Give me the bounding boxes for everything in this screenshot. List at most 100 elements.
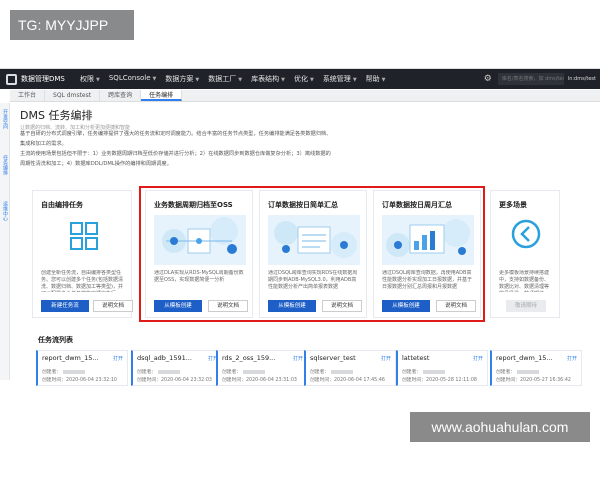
workspace-tabs: 工作台 SQL dmstest 跨库查询 任务编排 — [10, 90, 600, 102]
chevron-down-icon: ▼ — [152, 76, 157, 82]
time-value: 2020-05-28 12:11:08 — [426, 378, 477, 383]
menu-item-help[interactable]: 帮助 ▼ — [366, 74, 386, 84]
grid-icon — [69, 221, 99, 251]
redacted-creator — [243, 369, 266, 374]
flow-created-time: 创建时间：2020-05-28 12:11:08 — [402, 376, 477, 383]
menu-label: 数据工厂 — [208, 75, 237, 83]
time-value: 2020-06-04 17:45:46 — [334, 378, 385, 383]
menu-item-sqlconsole[interactable]: SQLConsole ▼ — [109, 74, 157, 84]
card-free-orchestration: 自由编排任务 创建全新任务流，自由编排各类型任务。您可以创建多个任务(包括数据清… — [32, 190, 133, 318]
flow-name: sqlserver_test — [310, 354, 356, 362]
card-title: 自由编排任务 — [41, 201, 83, 209]
menu-label: 系统管理 — [322, 75, 351, 83]
page-title: DMS 任务编排 — [20, 109, 93, 122]
flow-card[interactable]: report_dwm_15... 打开 创建者： 创建时间：2020-05-27… — [490, 350, 582, 386]
card-description: 更多模板场景持续搭建中，支持如数据备份、数据比对、数据清理等常见场景，敬请期待 — [499, 270, 550, 292]
chevron-down-icon: ▼ — [238, 77, 243, 83]
brand-logo[interactable]: 数据管理DMS — [0, 73, 80, 85]
new-flow-button[interactable]: 新建任务流 — [41, 300, 89, 312]
menu-label: 权限 — [80, 75, 94, 83]
watermark-top: TG: MYYJJPP — [10, 10, 134, 40]
flow-creator: 创建者： — [402, 368, 446, 375]
tab-workbench[interactable]: 工作台 — [10, 90, 46, 101]
flow-name: lattetest — [402, 354, 430, 362]
doc-button[interactable]: 说明文档 — [93, 300, 133, 312]
flow-creator: 创建者： — [496, 368, 540, 375]
account-label[interactable]: ln:dms/test — [568, 76, 600, 82]
flow-card[interactable]: sqlserver_test 打开 创建者： 创建时间：2020-06-04 1… — [304, 350, 396, 386]
creator-label: 创建者： — [42, 370, 62, 375]
chevron-down-icon: ▼ — [381, 77, 386, 83]
flow-created-time: 创建时间：2020-06-04 17:45:46 — [310, 376, 385, 383]
flow-created-time: 创建时间：2020-06-04 23:32:03 — [137, 376, 212, 383]
time-label: 创建时间： — [402, 378, 426, 383]
tab-task-orchestration[interactable]: 任务编排 — [141, 90, 183, 101]
watermark-bottom: www.aohuahulan.com — [410, 412, 590, 442]
main-menu: 权限 ▼ SQLConsole ▼ 数据方案 ▼ 数据工厂 ▼ 库表结构 ▼ 优化 ▼ 系统… — [80, 74, 484, 84]
description-line: 周期性清洗和加工；4）数据库DDL/DML操作的编排和周期调度。 — [20, 161, 172, 167]
time-label: 创建时间： — [222, 378, 246, 383]
flow-card[interactable]: lattetest 打开 创建者： 创建时间：2020-05-28 12:11:… — [396, 350, 488, 386]
flow-name: report_dwm_15... — [42, 354, 99, 362]
description-line: 主流的使用场景包括但不限于：1）业务数据周期归档至低价存储并进行分析；2）在线数… — [20, 151, 331, 157]
highlight-box — [139, 186, 485, 322]
flow-name: rds_2_oss_159... — [222, 354, 276, 362]
gear-icon[interactable]: ⚙ — [484, 74, 492, 84]
menu-item-system-admin[interactable]: 系统管理 ▼ — [323, 74, 357, 84]
flow-card[interactable]: report_dwm_15... 打开 创建者： 创建时间：2020-06-04… — [36, 350, 128, 386]
tab-sql-dmstest[interactable]: SQL dmstest — [45, 90, 101, 101]
menu-item-permissions[interactable]: 权限 ▼ — [80, 74, 100, 84]
flow-name: report_dwm_15... — [496, 354, 553, 362]
search-input[interactable]: 库名/表名搜索，如 dms/test — [497, 73, 564, 85]
menu-label: 优化 — [293, 75, 308, 83]
menu-item-data-solution[interactable]: 数据方案 ▼ — [165, 74, 199, 84]
redacted-creator — [423, 369, 446, 374]
open-link[interactable]: 打开 — [381, 355, 391, 362]
description-line: 集成和加工的需求。 — [20, 141, 67, 147]
coming-soon-button: 敬请期待 — [506, 300, 546, 312]
database-icon — [6, 73, 17, 85]
page-description: 基于自研的分布式调度引擎，任务编排提供了强大的任务流和定时调度能力。结合丰富的任… — [20, 129, 580, 169]
open-link[interactable]: 打开 — [113, 355, 123, 362]
creator-label: 创建者： — [137, 370, 157, 375]
menu-label: SQLConsole — [108, 74, 151, 82]
description-line: 基于自研的分布式调度引擎，任务编排提供了强大的任务流和定时调度能力。结合丰富的任… — [20, 131, 332, 137]
flow-created-time: 创建时间：2020-06-04 23:32:10 — [42, 376, 117, 383]
flow-card[interactable]: dsql_adb_1591... 打开 创建者： 创建时间：2020-06-04… — [131, 350, 223, 386]
flow-creator: 创建者： — [42, 368, 86, 375]
top-navigation-bar: 数据管理DMS 权限 ▼ SQLConsole ▼ 数据方案 ▼ 数据工厂 ▼ 库表结构… — [0, 69, 600, 89]
time-label: 创建时间： — [42, 378, 66, 383]
time-value: 2020-06-04 23:32:10 — [66, 378, 117, 383]
creator-label: 创建者： — [222, 370, 242, 375]
creator-label: 创建者： — [310, 370, 330, 375]
open-link[interactable]: 打开 — [567, 355, 577, 362]
menu-label: 库表结构 — [251, 75, 280, 83]
redacted-creator — [63, 369, 86, 374]
time-value: 2020-06-04 23:31:03 — [246, 378, 297, 383]
rail-item-dev-space[interactable]: 开发空间 — [2, 109, 9, 129]
chevron-left-circle-icon — [511, 219, 541, 249]
time-value: 2020-05-27 16:36:42 — [520, 378, 571, 383]
redacted-creator — [158, 369, 181, 374]
flow-name: dsql_adb_1591... — [137, 354, 192, 362]
time-label: 创建时间： — [310, 378, 334, 383]
chevron-down-icon: ▼ — [352, 77, 357, 83]
rail-item-task-orchestration[interactable]: 任务编排 — [2, 155, 9, 175]
flow-card[interactable]: rds_2_oss_159... 打开 创建者： 创建时间：2020-06-04… — [216, 350, 308, 386]
flow-creator: 创建者： — [222, 368, 266, 375]
flow-list-title: 任务流列表 — [38, 336, 73, 344]
menu-label: 数据方案 — [165, 75, 194, 83]
menu-label: 帮助 — [365, 75, 380, 83]
open-link[interactable]: 打开 — [293, 355, 303, 362]
open-link[interactable]: 打开 — [473, 355, 483, 362]
menu-item-optimize[interactable]: 优化 ▼ — [294, 74, 314, 84]
menu-item-schema[interactable]: 库表结构 ▼ — [251, 74, 285, 84]
flow-creator: 创建者： — [310, 368, 354, 375]
time-value: 2020-06-04 23:32:03 — [161, 378, 212, 383]
menu-item-data-factory[interactable]: 数据工厂 ▼ — [208, 74, 242, 84]
tab-cross-db-query[interactable]: 跨库查询 — [100, 90, 142, 101]
redacted-creator — [331, 369, 354, 374]
card-description: 创建全新任务流，自由编排各类型任务。您可以创建多个任务(包括数据清洗、数据归档、… — [41, 270, 123, 292]
chevron-down-icon: ▼ — [309, 77, 314, 83]
time-label: 创建时间： — [137, 378, 161, 383]
